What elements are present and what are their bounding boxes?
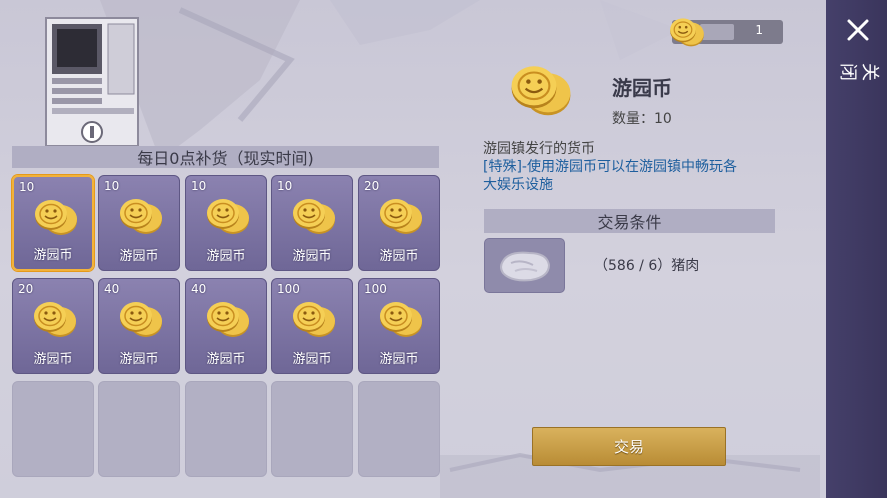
restock-section-header: 每日0点补货（现实时间) bbox=[12, 146, 439, 168]
shop-item-slot[interactable]: 10 游园币 bbox=[98, 175, 180, 271]
item-quantity: 20 bbox=[364, 179, 380, 193]
empty-slot[interactable] bbox=[98, 381, 180, 477]
item-name: 游园币 bbox=[379, 249, 419, 264]
coin-icon bbox=[380, 199, 422, 234]
close-label: 关闭 bbox=[837, 63, 880, 81]
material-requirement: （586 / 6）猪肉 bbox=[594, 258, 700, 274]
item-quantity: 100 bbox=[364, 282, 387, 296]
item-quantity: 10 bbox=[104, 179, 120, 193]
coin-icon bbox=[380, 302, 422, 337]
empty-slot[interactable] bbox=[185, 381, 267, 477]
empty-slot[interactable] bbox=[12, 381, 94, 477]
vending-machine-illustration bbox=[44, 12, 140, 147]
shop-item-slot[interactable]: 10 游园币 bbox=[185, 175, 267, 271]
item-quantity: 100 bbox=[277, 282, 300, 296]
coin-icon bbox=[293, 302, 335, 337]
pork-icon bbox=[500, 251, 551, 282]
description-text: 游园镇发行的货币 bbox=[483, 141, 595, 157]
shop-item-slot[interactable]: 100 游园币 bbox=[271, 278, 353, 374]
item-name: 游园币 bbox=[206, 249, 246, 264]
coin-icon bbox=[35, 200, 77, 235]
shop-item-grid: 10 游园币 10 游园币 10 游园币 10 游园币 20 游园币 20 游园… bbox=[12, 175, 440, 498]
trade-button-label: 交易 bbox=[613, 438, 644, 456]
coin-icon bbox=[34, 302, 76, 337]
coin-icon bbox=[120, 302, 162, 337]
trade-conditions-header: 交易条件 bbox=[484, 209, 775, 233]
item-name: 游园币 bbox=[206, 352, 246, 367]
item-name: 游园币 bbox=[379, 352, 419, 367]
item-name: 游园币 bbox=[33, 248, 73, 263]
coin-icon bbox=[120, 199, 162, 234]
item-name: 游园币 bbox=[292, 352, 332, 367]
shop-item-slot[interactable]: 10 游园币 bbox=[271, 175, 353, 271]
item-name: 游园币 bbox=[119, 352, 159, 367]
item-description: 游园镇发行的货币 [特殊]-使用游园币可以在游园镇中畅玩各 大娱乐设施 bbox=[483, 140, 783, 194]
empty-slot[interactable] bbox=[358, 381, 440, 477]
material-slot[interactable] bbox=[484, 238, 565, 293]
item-title: 游园币 bbox=[612, 76, 672, 100]
item-quantity: 40 bbox=[104, 282, 120, 296]
close-button[interactable]: 关闭 bbox=[836, 12, 880, 102]
item-quantity: 10 bbox=[277, 179, 293, 193]
item-quantity-label: 数量：10 bbox=[612, 111, 672, 127]
restock-section-title: 每日0点补货（现实时间) bbox=[137, 149, 314, 168]
shop-item-slot[interactable]: 20 游园币 bbox=[12, 278, 94, 374]
shop-item-slot[interactable]: 40 游园币 bbox=[185, 278, 267, 374]
coin-icon bbox=[293, 199, 335, 234]
coin-icon bbox=[207, 199, 249, 234]
item-quantity: 40 bbox=[191, 282, 207, 296]
currency-count: 1 bbox=[755, 23, 763, 37]
special-text-line2: 大娱乐设施 bbox=[483, 177, 553, 193]
special-text-line1: [特殊]-使用游园币可以在游园镇中畅玩各 bbox=[483, 159, 737, 175]
item-name: 游园币 bbox=[119, 249, 159, 264]
item-quantity: 10 bbox=[19, 180, 35, 194]
item-name: 游园币 bbox=[292, 249, 332, 264]
empty-slot[interactable] bbox=[271, 381, 353, 477]
shop-item-slot[interactable]: 20 游园币 bbox=[358, 175, 440, 271]
trade-conditions-title: 交易条件 bbox=[597, 213, 662, 232]
close-icon bbox=[847, 19, 869, 41]
coin-icon bbox=[670, 18, 704, 47]
shop-item-slot[interactable]: 40 游园币 bbox=[98, 278, 180, 374]
trade-button[interactable]: 交易 bbox=[532, 427, 726, 466]
coin-icon bbox=[207, 302, 249, 337]
coin-icon bbox=[511, 66, 571, 116]
shop-item-slot[interactable]: 100 游园币 bbox=[358, 278, 440, 374]
item-quantity: 10 bbox=[191, 179, 207, 193]
shop-item-slot[interactable]: 10 游园币 bbox=[12, 175, 94, 271]
item-name: 游园币 bbox=[33, 352, 73, 367]
item-quantity: 20 bbox=[18, 282, 34, 296]
